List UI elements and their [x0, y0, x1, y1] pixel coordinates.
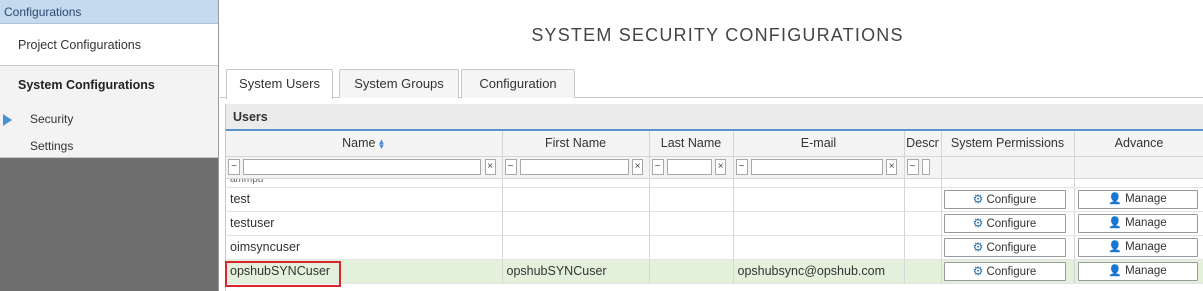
- tab-bar: System Users System Groups Configuration: [220, 69, 1203, 99]
- gear-icon: ⚙: [972, 239, 984, 254]
- filter-clear-icon[interactable]: ×: [484, 159, 496, 175]
- gear-icon: ⚙: [972, 263, 984, 278]
- filter-operator[interactable]: ~: [228, 159, 240, 175]
- tab-system-groups[interactable]: System Groups: [339, 69, 459, 98]
- filter-first-name-input[interactable]: [519, 159, 629, 175]
- cell-email: [733, 211, 905, 236]
- grid-caption: Users: [226, 104, 1203, 131]
- table-row[interactable]: ammpu: [226, 178, 1203, 188]
- page-title: SYSTEM SECURITY CONFIGURATIONS: [531, 25, 904, 45]
- user-icon: 👤: [1108, 192, 1123, 205]
- column-header-first-name[interactable]: First Name: [502, 131, 650, 157]
- filter-description-input[interactable]: [921, 159, 930, 175]
- manage-button[interactable]: 👤 Manage: [1077, 237, 1198, 257]
- cell-email: opshubsync@opshub.com: [733, 259, 905, 284]
- users-table: Name ▲ ▼ First Name Last Name E-mail Descr…: [226, 131, 1203, 284]
- sidebar-item-security[interactable]: Security: [30, 112, 73, 126]
- cell-description: [904, 259, 942, 284]
- filter-description: ~: [904, 156, 942, 179]
- gear-icon: ⚙: [972, 191, 984, 206]
- cell-description: [904, 187, 942, 212]
- column-header-email[interactable]: E-mail: [733, 131, 905, 157]
- filter-name: ~ ×: [226, 156, 503, 179]
- manage-button[interactable]: 👤 Manage: [1077, 189, 1198, 209]
- cell-last-name: [649, 259, 734, 284]
- cell-first-name: [502, 187, 650, 212]
- cell-name: testuser: [226, 211, 503, 236]
- table-row[interactable]: oimsyncuser ⚙ Configure 👤 Manage: [226, 235, 1203, 260]
- sidebar: Configurations Project Configurations Sy…: [0, 0, 219, 291]
- cell-first-name: [502, 211, 650, 236]
- cell-description: [904, 211, 942, 236]
- column-header-name[interactable]: Name ▲ ▼: [226, 131, 503, 157]
- filter-operator[interactable]: ~: [906, 159, 919, 175]
- column-header-system-permissions: System Permissions: [941, 131, 1075, 157]
- filter-last-name-input[interactable]: [666, 159, 712, 175]
- configure-button[interactable]: ⚙ Configure: [943, 237, 1066, 257]
- user-icon: 👤: [1108, 264, 1123, 277]
- manage-button[interactable]: 👤 Manage: [1077, 261, 1198, 281]
- tab-system-users[interactable]: System Users: [226, 69, 333, 99]
- user-icon: 👤: [1108, 240, 1123, 253]
- filter-name-input[interactable]: [243, 159, 482, 175]
- cell-description: [904, 235, 942, 260]
- cell-email: [733, 187, 905, 212]
- cell-last-name: [649, 235, 734, 260]
- cell-name: oimsyncuser: [226, 235, 503, 260]
- column-header-description[interactable]: Descr: [904, 131, 942, 157]
- filter-first-name: ~ ×: [502, 156, 650, 179]
- column-header-advance: Advance: [1074, 131, 1203, 157]
- users-grid: Users Name ▲ ▼ First Name Last Name E-mail…: [225, 104, 1203, 291]
- filter-clear-icon[interactable]: ×: [632, 159, 644, 175]
- cell-first-name: [502, 235, 650, 260]
- cell-name: test: [226, 187, 503, 212]
- cell-email: [733, 235, 905, 260]
- configure-button[interactable]: ⚙ Configure: [943, 261, 1066, 281]
- configure-button[interactable]: ⚙ Configure: [943, 213, 1066, 233]
- sort-icon: ▲ ▼: [377, 136, 386, 151]
- sidebar-item-project-configurations[interactable]: Project Configurations: [0, 24, 218, 66]
- filter-clear-icon[interactable]: ×: [715, 159, 727, 175]
- cell-name: opshubSYNCuser: [226, 259, 503, 284]
- gear-icon: ⚙: [972, 215, 984, 230]
- tab-configuration[interactable]: Configuration: [461, 69, 575, 98]
- cell-last-name: [649, 187, 734, 212]
- manage-button[interactable]: 👤 Manage: [1077, 213, 1198, 233]
- cell-name: ammpu: [226, 178, 503, 188]
- table-row-selected[interactable]: opshubSYNCuser opshubSYNCuser opshubsync…: [226, 259, 1203, 284]
- filter-email-input[interactable]: [750, 159, 883, 175]
- filter-operator[interactable]: ~: [735, 159, 748, 175]
- configure-button[interactable]: ⚙ Configure: [943, 189, 1066, 209]
- sidebar-section-system-configurations: System Configurations Security Settings: [0, 66, 218, 158]
- filter-last-name: ~ ×: [649, 156, 734, 179]
- active-arrow-icon: [3, 114, 12, 126]
- cell-first-name: opshubSYNCuser: [502, 259, 650, 284]
- filter-clear-icon[interactable]: ×: [886, 159, 898, 175]
- table-row[interactable]: test ⚙ Configure 👤 Manage: [226, 187, 1203, 212]
- cell-last-name: [649, 211, 734, 236]
- user-icon: 👤: [1108, 216, 1123, 229]
- sidebar-item-settings[interactable]: Settings: [30, 139, 73, 153]
- column-header-last-name[interactable]: Last Name: [649, 131, 734, 157]
- filter-operator[interactable]: ~: [504, 159, 517, 175]
- filter-email: ~ ×: [733, 156, 905, 179]
- main-content: SYSTEM SECURITY CONFIGURATIONS System Us…: [220, 0, 1203, 291]
- filter-operator[interactable]: ~: [651, 159, 664, 175]
- sidebar-item-system-configurations[interactable]: System Configurations: [0, 66, 218, 92]
- sidebar-header: Configurations: [0, 0, 218, 24]
- table-row[interactable]: testuser ⚙ Configure 👤 Manage: [226, 211, 1203, 236]
